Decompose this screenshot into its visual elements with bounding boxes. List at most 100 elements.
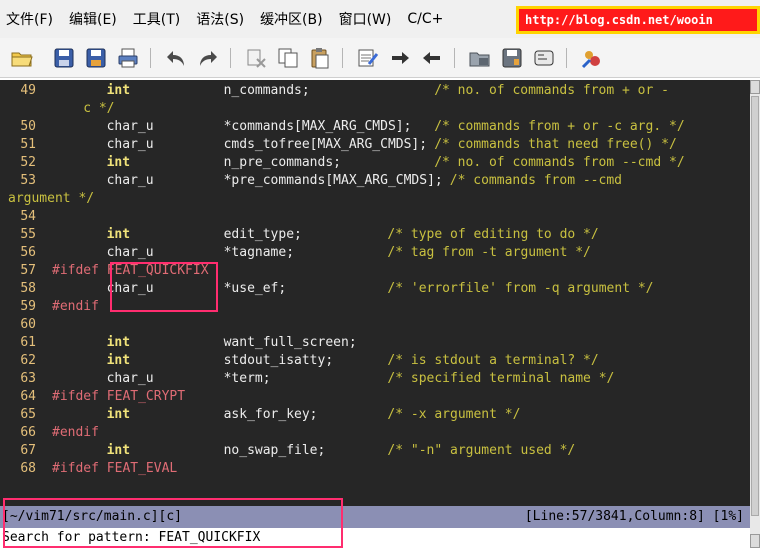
line-number: 67 [20, 443, 36, 458]
code-token: /* -x argument */ [387, 407, 521, 422]
save-icon[interactable] [52, 46, 76, 70]
print-icon[interactable] [116, 46, 140, 70]
undo-icon[interactable] [164, 46, 188, 70]
menu-tools[interactable]: 工具(T) [133, 9, 180, 29]
code-line[interactable]: 53 char_u *pre_commands[MAX_ARG_CMDS]; /* c… [0, 172, 750, 190]
status-cursor-position: [Line:57/3841,Column:8] [1%] [524, 509, 744, 524]
scroll-down-button[interactable] [750, 534, 760, 548]
tags-icon[interactable] [580, 46, 604, 70]
code-token: /* no. of commands from --cmd */ [434, 155, 685, 170]
code-token: cmds_tofree[MAX_ARG_CMDS]; [223, 137, 428, 152]
line-number: 51 [20, 137, 36, 152]
code-line[interactable]: 66 #endif [0, 424, 750, 442]
code-token: /* commands that need free() */ [434, 137, 677, 152]
code-line[interactable]: 49 int n_commands; /* no. of commands from … [0, 82, 750, 100]
code-line[interactable]: 52 int n_pre_commands; /* no. of commands f… [0, 154, 750, 172]
line-number: 62 [20, 353, 36, 368]
code-token: /* commands from + or -c arg. */ [434, 119, 685, 134]
menu-window[interactable]: 窗口(W) [339, 9, 392, 29]
code-token: /* no. of commands from + or - [434, 83, 669, 98]
vertical-scrollbar[interactable] [750, 80, 760, 548]
menu-syntax[interactable]: 语法(S) [196, 9, 244, 29]
save-session-icon[interactable] [500, 46, 524, 70]
code-line[interactable]: 63 char_u *term; /* specified terminal name… [0, 370, 750, 388]
code-token: n_pre_commands; [223, 155, 341, 170]
code-line[interactable]: 57 #ifdef FEAT_QUICKFIX [0, 262, 750, 280]
scroll-up-button[interactable] [750, 80, 760, 94]
copy-icon[interactable] [276, 46, 300, 70]
code-token: stdout_isatty; [223, 353, 334, 368]
code-token: #endif [52, 299, 99, 314]
menu-buffers[interactable]: 缓冲区(B) [260, 9, 323, 29]
code-token: n_commands; [223, 83, 310, 98]
code-line[interactable]: 65 int ask_for_key; /* -x argument */ [0, 406, 750, 424]
code-token: /* tag from -t argument */ [387, 245, 591, 260]
toolbar-separator [230, 48, 231, 68]
code-token: int [106, 335, 131, 350]
line-number: 54 [20, 209, 36, 224]
line-number: 55 [20, 227, 36, 242]
line-number: 63 [20, 371, 36, 386]
scroll-thumb[interactable] [751, 96, 759, 516]
code-token: /* "-n" argument used */ [387, 443, 576, 458]
line-number: 60 [20, 317, 36, 332]
line-number: 59 [20, 299, 36, 314]
code-editor[interactable]: 49 int n_commands; /* no. of commands from … [0, 80, 750, 506]
code-line[interactable]: 55 int edit_type; /* type of editing to do … [0, 226, 750, 244]
find-next-icon[interactable] [388, 46, 412, 70]
code-line[interactable]: 51 char_u cmds_tofree[MAX_ARG_CMDS]; /* com… [0, 136, 750, 154]
code-token: char_u [106, 173, 154, 188]
code-token: /* specified terminal name */ [387, 371, 615, 386]
code-line[interactable]: 67 int no_swap_file; /* "-n" argument used … [0, 442, 750, 460]
line-number: 68 [20, 461, 36, 476]
line-number: 61 [20, 335, 36, 350]
code-token: char_u [106, 245, 154, 260]
code-token: int [106, 407, 131, 422]
code-token: *use_ef; [223, 281, 287, 296]
code-token: *pre_commands[MAX_ARG_CMDS]; [223, 173, 443, 188]
menu-c-cpp[interactable]: C/C+ [407, 11, 443, 27]
cut-icon[interactable] [244, 46, 268, 70]
code-line[interactable]: 50 char_u *commands[MAX_ARG_CMDS]; /* comma… [0, 118, 750, 136]
command-line[interactable]: Search for pattern: FEAT_QUICKFIX [0, 528, 750, 548]
line-number: 57 [20, 263, 36, 278]
line-number: 65 [20, 407, 36, 422]
code-token: char_u [106, 119, 154, 134]
line-number: 66 [20, 425, 36, 440]
toolbar-separator [342, 48, 343, 68]
find-prev-icon[interactable] [420, 46, 444, 70]
load-session-icon[interactable] [468, 46, 492, 70]
code-token: #ifdef FEAT_QUICKFIX [52, 263, 209, 278]
code-token: edit_type; [223, 227, 302, 242]
code-line[interactable]: 61 int want_full_screen; [0, 334, 750, 352]
run-script-icon[interactable] [532, 46, 556, 70]
code-line[interactable]: 64 #ifdef FEAT_CRYPT [0, 388, 750, 406]
code-token: int [106, 443, 131, 458]
save-all-icon[interactable] [84, 46, 108, 70]
code-line[interactable]: argument */ [0, 190, 750, 208]
menu-file[interactable]: 文件(F) [6, 9, 53, 29]
find-replace-icon[interactable] [356, 46, 380, 70]
paste-icon[interactable] [308, 46, 332, 70]
code-line[interactable]: 68 #ifdef FEAT_EVAL [0, 460, 750, 478]
code-token: /* is stdout a terminal? */ [387, 353, 599, 368]
code-token: char_u [106, 371, 154, 386]
code-token: no_swap_file; [223, 443, 326, 458]
open-folder-icon[interactable] [10, 46, 34, 70]
code-line[interactable]: c */ [0, 100, 750, 118]
toolbar [0, 38, 760, 78]
line-number: 56 [20, 245, 36, 260]
line-number: 49 [20, 83, 36, 98]
menu-edit[interactable]: 编辑(E) [69, 9, 117, 29]
code-line[interactable]: 60 [0, 316, 750, 334]
code-line[interactable]: 54 [0, 208, 750, 226]
code-line[interactable]: 56 char_u *tagname; /* tag from -t argument… [0, 244, 750, 262]
redo-icon[interactable] [196, 46, 220, 70]
code-token: #ifdef FEAT_EVAL [52, 461, 178, 476]
line-number: 64 [20, 389, 36, 404]
code-token: want_full_screen; [223, 335, 357, 350]
code-line[interactable]: 62 int stdout_isatty; /* is stdout a termin… [0, 352, 750, 370]
code-line[interactable]: 59 #endif [0, 298, 750, 316]
code-line[interactable]: 58 char_u *use_ef; /* 'errorfile' from -q a… [0, 280, 750, 298]
code-token: int [106, 227, 131, 242]
